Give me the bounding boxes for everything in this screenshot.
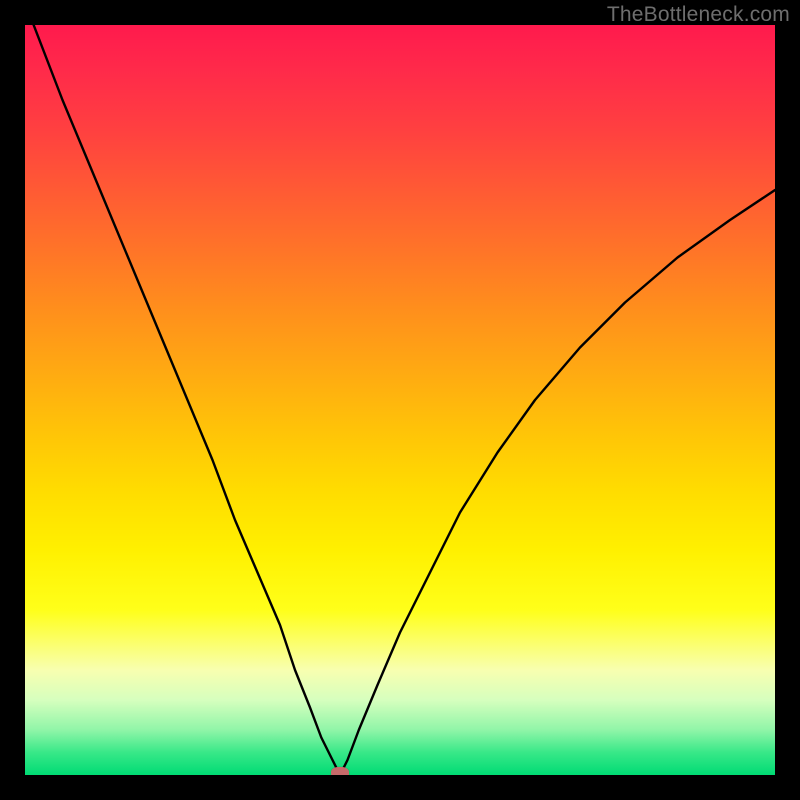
chart-stage: TheBottleneck.com xyxy=(0,0,800,800)
plot-area xyxy=(25,25,775,775)
watermark-text: TheBottleneck.com xyxy=(607,3,790,27)
bottleneck-curve xyxy=(25,25,775,775)
optimum-marker xyxy=(331,767,349,775)
